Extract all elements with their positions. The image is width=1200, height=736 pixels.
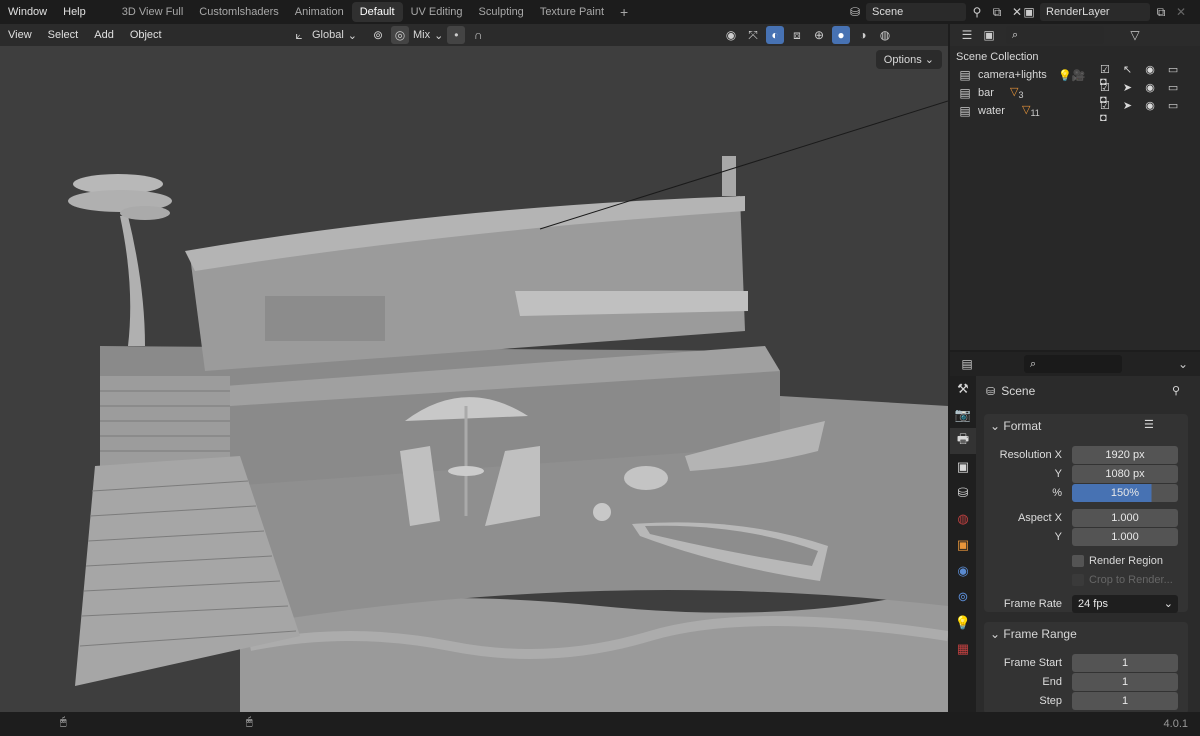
duplicate-scene-icon[interactable]: ⧉ bbox=[988, 3, 1006, 21]
scene-tab-icon[interactable]: ⛁ bbox=[950, 480, 976, 506]
scene-icon: ⛁ bbox=[986, 385, 996, 398]
chevron-down-icon[interactable]: ⌄ bbox=[1174, 355, 1192, 373]
frame-rate-dropdown[interactable]: 24 fps ⌄ bbox=[1072, 595, 1178, 613]
scene-render bbox=[68, 100, 948, 712]
resolution-percent-slider[interactable]: 150% bbox=[1072, 484, 1178, 502]
wireframe-shading-icon[interactable]: ⊕ bbox=[810, 26, 828, 44]
mesh-icon: ▽11 bbox=[1022, 104, 1040, 119]
visibility-toggles[interactable]: ☑ ➤ ◉ ▭ ◘ bbox=[1100, 99, 1200, 124]
resolution-x-field[interactable]: 1920 px bbox=[1072, 446, 1178, 464]
format-header[interactable]: ⌄ Format bbox=[990, 419, 1041, 433]
properties-editor: ▤ ⌕ ⌄ ⚒ 📷 🖶 ▣ ⛁ ◍ ▣ ◉ ⊚ 💡 ▦ ⛁ Scene ⚲ ⌄ F… bbox=[950, 352, 1200, 714]
crop-checkbox[interactable]: Crop to Render... bbox=[984, 571, 1188, 589]
tab-customshaders[interactable]: Customlshaders bbox=[191, 2, 286, 22]
status-bar: 🖱 🖱 4.0.1 bbox=[0, 712, 1200, 736]
snap-icon[interactable]: • bbox=[447, 26, 466, 44]
gizmo-icon[interactable]: ⤧ bbox=[744, 26, 762, 44]
version-label: 4.0.1 bbox=[1163, 718, 1188, 730]
menu-select[interactable]: Select bbox=[40, 29, 87, 41]
object-tab-icon[interactable]: ▣ bbox=[950, 532, 976, 558]
menu-add[interactable]: Add bbox=[86, 29, 122, 41]
collection-icon: ▤ bbox=[959, 86, 971, 100]
constraints-tab-icon[interactable]: ⊚ bbox=[950, 584, 976, 610]
add-workspace-button[interactable]: + bbox=[612, 0, 636, 24]
tab-3d-view-full[interactable]: 3D View Full bbox=[114, 2, 192, 22]
outliner: ☰ ▣ ⌕ ▽ Scene Collection ▤ camera+lights … bbox=[950, 24, 1200, 350]
frame-step-field[interactable]: 1 bbox=[1072, 692, 1178, 710]
resolution-y-field[interactable]: 1080 px bbox=[1072, 465, 1178, 483]
xray-icon[interactable]: ⧈ bbox=[788, 26, 806, 44]
properties-search-input[interactable]: ⌕ bbox=[1024, 355, 1122, 373]
duplicate-layer-icon[interactable]: ⧉ bbox=[1152, 3, 1170, 21]
tab-uv-editing[interactable]: UV Editing bbox=[403, 2, 471, 22]
view-layer-selector[interactable]: RenderLayer bbox=[1040, 3, 1150, 21]
remove-layer-icon[interactable]: ✕ bbox=[1172, 3, 1190, 21]
display-mode-icon[interactable]: ☰ bbox=[958, 26, 976, 44]
view-layer-tab-icon[interactable]: ▣ bbox=[950, 454, 976, 480]
top-bar: Window Help 3D View Full Customlshaders … bbox=[0, 0, 1200, 24]
output-tab-icon[interactable]: 🖶 bbox=[950, 428, 976, 454]
falloff-dropdown[interactable]: Mix bbox=[413, 29, 430, 41]
collection-icon: ▤ bbox=[959, 68, 971, 82]
pin-icon[interactable]: ⚲ bbox=[1172, 384, 1180, 397]
beanbag bbox=[624, 466, 668, 490]
presets-icon[interactable]: ☰ bbox=[1144, 418, 1154, 431]
tab-texture-paint[interactable]: Texture Paint bbox=[532, 2, 612, 22]
frame-end-field[interactable]: 1 bbox=[1072, 673, 1178, 691]
view-layer-icon[interactable]: ▣ bbox=[1020, 3, 1038, 21]
viewport-header: View Select Add Object ⟀ Global ⌄ ⊚ ◎ Mix… bbox=[0, 24, 948, 46]
overlays-icon[interactable]: ◐ bbox=[766, 26, 784, 44]
menu-help[interactable]: Help bbox=[55, 6, 94, 18]
rendered-shading-icon[interactable]: ◍ bbox=[876, 26, 894, 44]
pin-icon[interactable]: ⚲ bbox=[968, 3, 986, 21]
properties-tabs: ⚒ 📷 🖶 ▣ ⛁ ◍ ▣ ◉ ⊚ 💡 ▦ bbox=[950, 376, 976, 712]
render-region-checkbox[interactable]: Render Region bbox=[984, 552, 1188, 570]
texture-tab-icon[interactable]: ▦ bbox=[950, 636, 976, 662]
format-panel: ⌄ Format ☰ Resolution X 1920 px Y 1080 px … bbox=[984, 414, 1188, 613]
3d-viewport[interactable]: Options ⌄ bbox=[0, 46, 948, 712]
menu-window[interactable]: Window bbox=[0, 6, 55, 18]
aspect-x-field[interactable]: 1.000 bbox=[1072, 509, 1178, 527]
physics-tab-icon[interactable]: ◉ bbox=[950, 558, 976, 584]
outliner-search-input[interactable]: ⌕ bbox=[1006, 26, 1104, 44]
proportional-edit-icon[interactable]: ◎ bbox=[391, 26, 410, 44]
tab-animation[interactable]: Animation bbox=[287, 2, 352, 22]
view-layer-filter-icon[interactable]: ▣ bbox=[980, 26, 998, 44]
frame-range-panel: ⌄ Frame Range Frame Start 1 End 1 Step 1 bbox=[984, 622, 1188, 714]
tree bbox=[120, 216, 145, 346]
falloff-curve-icon[interactable]: ∩ bbox=[469, 26, 487, 44]
data-tab-icon[interactable]: 💡 bbox=[950, 610, 976, 636]
transform-orientation-icon: ⟀ bbox=[295, 27, 303, 42]
frame-range-header[interactable]: ⌄ Frame Range bbox=[990, 627, 1077, 641]
tab-sculpting[interactable]: Sculpting bbox=[471, 2, 532, 22]
orientation-dropdown[interactable]: Global bbox=[312, 29, 344, 41]
solid-shading-icon[interactable]: ● bbox=[832, 26, 850, 44]
tab-default[interactable]: Default bbox=[351, 2, 403, 22]
tool-tab-icon[interactable]: ⚒ bbox=[950, 376, 976, 402]
filter-icon[interactable]: ▽ bbox=[1126, 26, 1144, 44]
menu-object[interactable]: Object bbox=[122, 29, 170, 41]
scene-icon[interactable]: ⛁ bbox=[846, 3, 864, 21]
world-tab-icon[interactable]: ◍ bbox=[950, 506, 976, 532]
options-dropdown[interactable]: Options ⌄ bbox=[875, 50, 942, 69]
context-title: Scene bbox=[1001, 384, 1036, 398]
light-camera-icons: 💡🎥 bbox=[1058, 69, 1086, 82]
frame-start-field[interactable]: 1 bbox=[1072, 654, 1178, 672]
chimney bbox=[722, 156, 736, 196]
collection-icon: ▤ bbox=[959, 104, 971, 118]
mouse-left-icon: 🖱 bbox=[60, 716, 67, 728]
editor-type-icon[interactable]: ▤ bbox=[958, 355, 976, 373]
collection-water[interactable]: ▤ water ▽11 ☑ ➤ ◉ ▭ ◘ bbox=[950, 100, 1200, 124]
menu-view[interactable]: View bbox=[0, 29, 40, 41]
render-tab-icon[interactable]: 📷 bbox=[950, 402, 976, 428]
mouse-middle-icon: 🖱 bbox=[246, 716, 253, 728]
scene-selector[interactable]: Scene bbox=[866, 3, 966, 21]
mesh-icon: ▽3 bbox=[1010, 86, 1024, 101]
pivot-icon[interactable]: ⊚ bbox=[369, 26, 387, 44]
material-shading-icon[interactable]: ◑ bbox=[854, 26, 872, 44]
visibility-icon[interactable]: ◉ bbox=[722, 26, 740, 44]
ball bbox=[593, 503, 611, 521]
aspect-y-field[interactable]: 1.000 bbox=[1072, 528, 1178, 546]
